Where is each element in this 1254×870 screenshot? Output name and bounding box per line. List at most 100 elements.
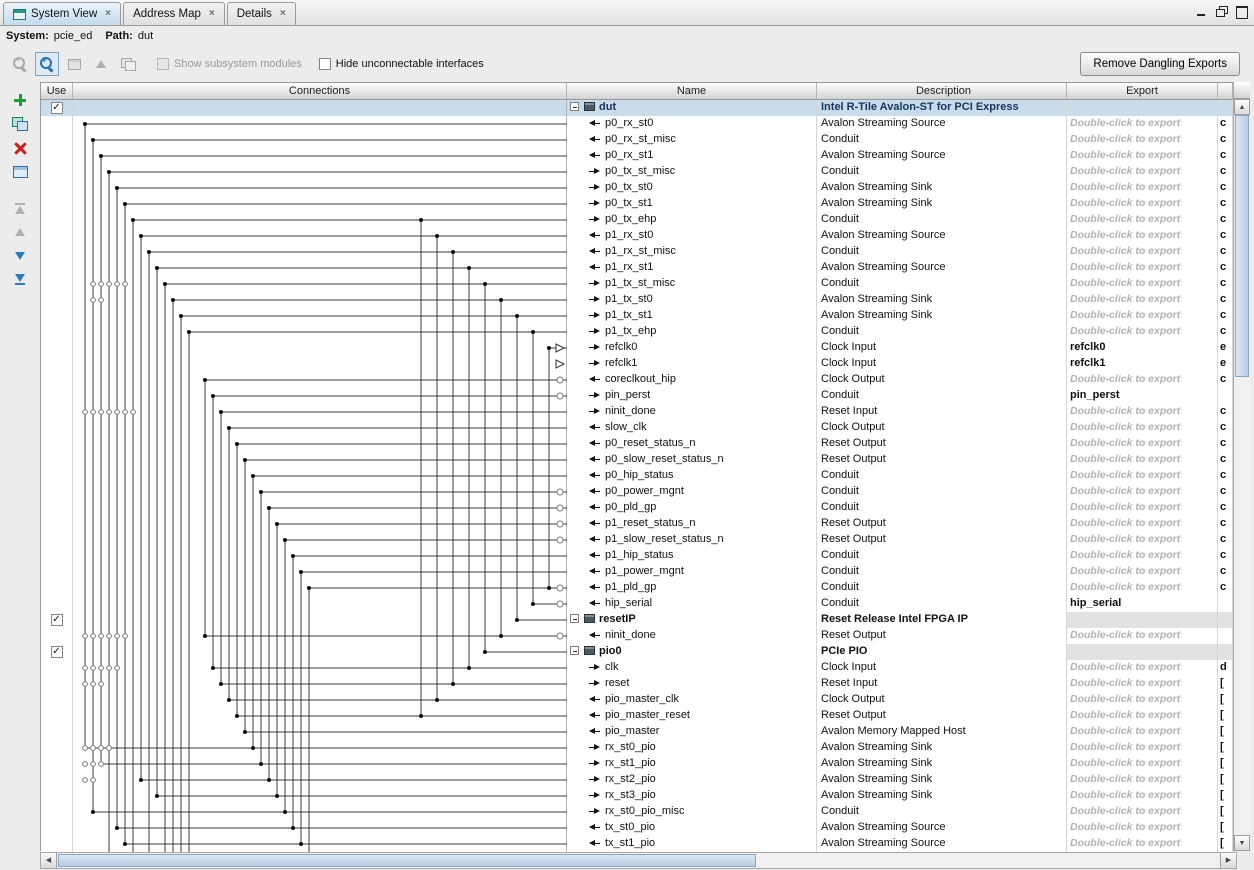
interface-row[interactable]: p1_rx_st_miscConduitDouble-click to expo… — [41, 244, 1233, 260]
export-cell[interactable]: Double-click to export — [1067, 820, 1218, 836]
connections-cell[interactable] — [73, 340, 567, 356]
move-down-button[interactable] — [8, 246, 32, 266]
tab-close-icon[interactable]: × — [280, 9, 286, 19]
connections-cell[interactable] — [73, 804, 567, 820]
tab-address-map[interactable]: Address Map × — [123, 2, 225, 25]
connections-cell[interactable] — [73, 404, 567, 420]
horizontal-scroll-thumb[interactable] — [58, 854, 756, 867]
column-header-description[interactable]: Description — [817, 83, 1067, 99]
connections-cell[interactable] — [73, 772, 567, 788]
connections-cell[interactable] — [73, 692, 567, 708]
connections-cell[interactable] — [73, 356, 567, 372]
export-cell[interactable]: pin_perst — [1067, 388, 1218, 404]
interface-row[interactable]: p1_tx_st0Avalon Streaming SinkDouble-cli… — [41, 292, 1233, 308]
interface-row[interactable]: rx_st1_pioAvalon Streaming SinkDouble-cl… — [41, 756, 1233, 772]
connections-cell[interactable] — [73, 148, 567, 164]
move-to-top-button[interactable] — [8, 198, 32, 218]
connections-cell[interactable] — [73, 500, 567, 516]
export-cell[interactable]: Double-click to export — [1067, 164, 1218, 180]
connections-cell[interactable] — [73, 436, 567, 452]
interface-row[interactable]: p0_rx_st1Avalon Streaming SourceDouble-c… — [41, 148, 1233, 164]
connections-cell[interactable] — [73, 212, 567, 228]
column-header-use[interactable]: Use — [41, 83, 73, 99]
interface-row[interactable]: p1_pld_gpConduitDouble-click to exportc — [41, 580, 1233, 596]
export-cell[interactable]: Double-click to export — [1067, 804, 1218, 820]
interface-row[interactable]: p0_pld_gpConduitDouble-click to exportc — [41, 500, 1233, 516]
remove-button[interactable] — [8, 138, 32, 158]
module-row[interactable]: ✓resetIPReset Release Intel FPGA IP — [41, 612, 1233, 628]
connections-cell[interactable] — [73, 100, 567, 116]
scroll-down-button[interactable]: ▼ — [1234, 835, 1250, 851]
export-cell[interactable]: Double-click to export — [1067, 276, 1218, 292]
interface-row[interactable]: p1_tx_st1Avalon Streaming SinkDouble-cli… — [41, 308, 1233, 324]
interface-row[interactable]: rx_st0_pioAvalon Streaming SinkDouble-cl… — [41, 740, 1233, 756]
interface-row[interactable]: p1_slow_reset_status_nReset OutputDouble… — [41, 532, 1233, 548]
collapse-icon[interactable] — [570, 102, 579, 111]
maximize-icon[interactable] — [1233, 4, 1250, 19]
export-cell[interactable]: Double-click to export — [1067, 676, 1218, 692]
export-cell[interactable]: Double-click to export — [1067, 836, 1218, 852]
interface-row[interactable]: tx_st0_pioAvalon Streaming SourceDouble-… — [41, 820, 1233, 836]
export-cell[interactable]: Double-click to export — [1067, 708, 1218, 724]
connections-cell[interactable] — [73, 164, 567, 180]
interface-row[interactable]: rx_st0_pio_miscConduitDouble-click to ex… — [41, 804, 1233, 820]
edit-export-button[interactable] — [8, 162, 32, 182]
collapse-icon[interactable] — [570, 614, 579, 623]
connections-cell[interactable] — [73, 724, 567, 740]
interface-row[interactable]: p1_tx_st_miscConduitDouble-click to expo… — [41, 276, 1233, 292]
export-cell[interactable]: Double-click to export — [1067, 132, 1218, 148]
connections-cell[interactable] — [73, 420, 567, 436]
remove-dangling-exports-button[interactable]: Remove Dangling Exports — [1080, 52, 1240, 76]
interface-row[interactable]: p0_reset_status_nReset OutputDouble-clic… — [41, 436, 1233, 452]
interface-row[interactable]: p0_hip_statusConduitDouble-click to expo… — [41, 468, 1233, 484]
connections-cell[interactable] — [73, 196, 567, 212]
export-cell[interactable]: Double-click to export — [1067, 724, 1218, 740]
connections-cell[interactable] — [73, 468, 567, 484]
export-cell[interactable]: Double-click to export — [1067, 564, 1218, 580]
export-cell[interactable]: Double-click to export — [1067, 788, 1218, 804]
connections-cell[interactable] — [73, 452, 567, 468]
zoom-fit-button[interactable] — [62, 52, 86, 76]
scroll-up-button[interactable]: ▲ — [1234, 99, 1250, 115]
interface-row[interactable]: hip_serialConduithip_serial — [41, 596, 1233, 612]
restore-icon[interactable] — [1213, 4, 1230, 19]
interface-row[interactable]: resetReset InputDouble-click to export[ — [41, 676, 1233, 692]
interface-row[interactable]: p0_slow_reset_status_nReset OutputDouble… — [41, 452, 1233, 468]
connections-cell[interactable] — [73, 324, 567, 340]
connections-cell[interactable] — [73, 548, 567, 564]
export-cell[interactable]: Double-click to export — [1067, 372, 1218, 388]
collapse-icon[interactable] — [570, 646, 579, 655]
connections-cell[interactable] — [73, 180, 567, 196]
export-cell[interactable]: Double-click to export — [1067, 324, 1218, 340]
add-connection-button[interactable] — [8, 114, 32, 134]
vertical-scroll-track[interactable] — [1234, 115, 1250, 835]
export-cell[interactable]: Double-click to export — [1067, 468, 1218, 484]
export-cell[interactable]: Double-click to export — [1067, 260, 1218, 276]
connections-cell[interactable] — [73, 484, 567, 500]
interface-row[interactable]: p0_power_mgntConduitDouble-click to expo… — [41, 484, 1233, 500]
interface-row[interactable]: ninit_doneReset OutputDouble-click to ex… — [41, 628, 1233, 644]
export-cell[interactable]: Double-click to export — [1067, 580, 1218, 596]
interface-row[interactable]: p0_tx_st0Avalon Streaming SinkDouble-cli… — [41, 180, 1233, 196]
expand-view-button[interactable] — [89, 52, 113, 76]
interface-row[interactable]: rx_st3_pioAvalon Streaming SinkDouble-cl… — [41, 788, 1233, 804]
interface-row[interactable]: pio_masterAvalon Memory Mapped HostDoubl… — [41, 724, 1233, 740]
interface-row[interactable]: p0_tx_st1Avalon Streaming SinkDouble-cli… — [41, 196, 1233, 212]
interface-row[interactable]: pio_master_clkClock OutputDouble-click t… — [41, 692, 1233, 708]
connections-cell[interactable] — [73, 372, 567, 388]
connections-cell[interactable] — [73, 132, 567, 148]
connections-cell[interactable] — [73, 516, 567, 532]
connections-cell[interactable] — [73, 244, 567, 260]
scroll-left-button[interactable]: ◀ — [41, 853, 57, 868]
interface-row[interactable]: ninit_doneReset InputDouble-click to exp… — [41, 404, 1233, 420]
connections-cell[interactable] — [73, 628, 567, 644]
connections-cell[interactable] — [73, 116, 567, 132]
connections-cell[interactable] — [73, 260, 567, 276]
interface-row[interactable]: p0_rx_st_miscConduitDouble-click to expo… — [41, 132, 1233, 148]
export-cell[interactable]: Double-click to export — [1067, 772, 1218, 788]
export-cell[interactable]: Double-click to export — [1067, 628, 1218, 644]
interface-row[interactable]: refclk1Clock Inputrefclk1e — [41, 356, 1233, 372]
move-up-button[interactable] — [8, 222, 32, 242]
column-header-name[interactable]: Name — [567, 83, 817, 99]
use-checkbox[interactable]: ✓ — [51, 646, 63, 658]
